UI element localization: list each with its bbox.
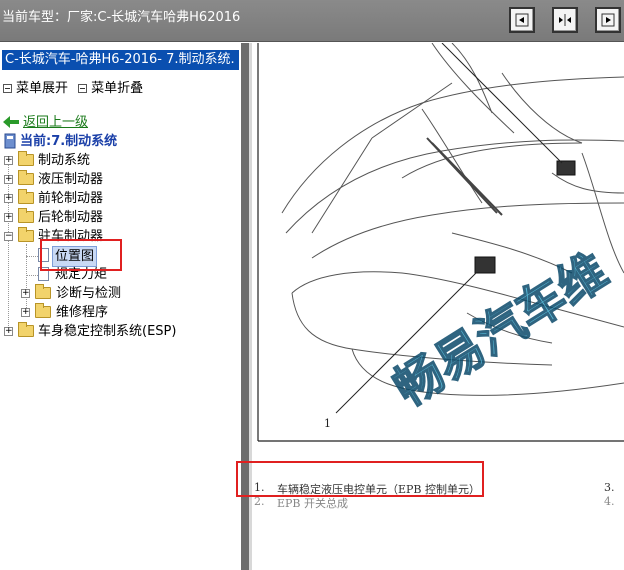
window-title: 当前车型：厂家:C-长城汽车哈弗H62016	[2, 10, 241, 25]
tree-item-label[interactable]: 后轮制动器	[38, 208, 103, 227]
expand-icon	[3, 84, 12, 93]
folder-icon	[18, 170, 34, 185]
open-folder-icon	[18, 227, 34, 242]
expand-menu-button[interactable]: 菜单展开	[16, 81, 68, 96]
folder-icon	[18, 322, 34, 337]
collapse-icon	[78, 84, 88, 93]
tree-line	[26, 275, 38, 276]
tree-item-label[interactable]: 诊断与检测	[56, 284, 121, 303]
book-icon	[4, 133, 16, 149]
folder-icon	[35, 303, 51, 318]
tree-item-label[interactable]: 制动系统	[38, 151, 90, 170]
split-view-icon	[559, 14, 571, 26]
top-bar: 当前车型：厂家:C-长城汽车哈弗H62016	[0, 0, 624, 42]
folder-icon	[18, 151, 34, 166]
collapse-menu-button[interactable]: 菜单折叠	[91, 81, 143, 96]
tree-line	[26, 244, 27, 316]
caption-number: 4.	[604, 495, 615, 508]
caption-text: EPB 开关总成	[277, 497, 349, 510]
tree-line	[26, 256, 38, 257]
collapse-left-icon	[515, 13, 529, 27]
back-arrow-icon	[3, 116, 19, 128]
tree-item-label[interactable]: 维修程序	[56, 303, 108, 322]
split-view-button[interactable]	[552, 7, 578, 33]
current-node-label: 当前:7.制动系统	[20, 134, 118, 149]
tree-item-label[interactable]: 车身稳定控制系统(ESP)	[38, 322, 176, 341]
tree-line	[8, 160, 9, 336]
breadcrumb: C-长城汽车-哈弗H6-2016- 7.制动系统.	[2, 50, 239, 70]
collapse-right-button[interactable]	[595, 7, 621, 33]
folder-icon	[18, 208, 34, 223]
expand-toggle-icon[interactable]: +	[4, 156, 13, 165]
expand-toggle-icon[interactable]: +	[4, 194, 13, 203]
back-link[interactable]: 返回上一级	[23, 113, 88, 132]
folder-icon	[35, 284, 51, 299]
expand-toggle-icon[interactable]: +	[4, 213, 13, 222]
expand-toggle-icon[interactable]: +	[4, 175, 13, 184]
folder-icon	[18, 189, 34, 204]
callout-number: 1	[324, 417, 331, 430]
collapse-toggle-icon[interactable]: −	[4, 232, 13, 241]
highlight-box	[40, 239, 122, 271]
sidebar: C-长城汽车-哈弗H6-2016- 7.制动系统. 菜单展开 菜单折叠 返回上一…	[0, 43, 241, 570]
expand-toggle-icon[interactable]: +	[21, 308, 30, 317]
tree-item-label[interactable]: 前轮制动器	[38, 189, 103, 208]
collapse-left-button[interactable]	[509, 7, 535, 33]
expand-toggle-icon[interactable]: +	[21, 289, 30, 298]
tree-item-label[interactable]: 液压制动器	[38, 170, 103, 189]
collapse-right-icon	[601, 13, 615, 27]
menu-tools: 菜单展开 菜单折叠	[0, 77, 143, 96]
highlight-box	[236, 461, 484, 497]
caption-number: 3.	[604, 481, 615, 494]
expand-toggle-icon[interactable]: +	[4, 327, 13, 336]
